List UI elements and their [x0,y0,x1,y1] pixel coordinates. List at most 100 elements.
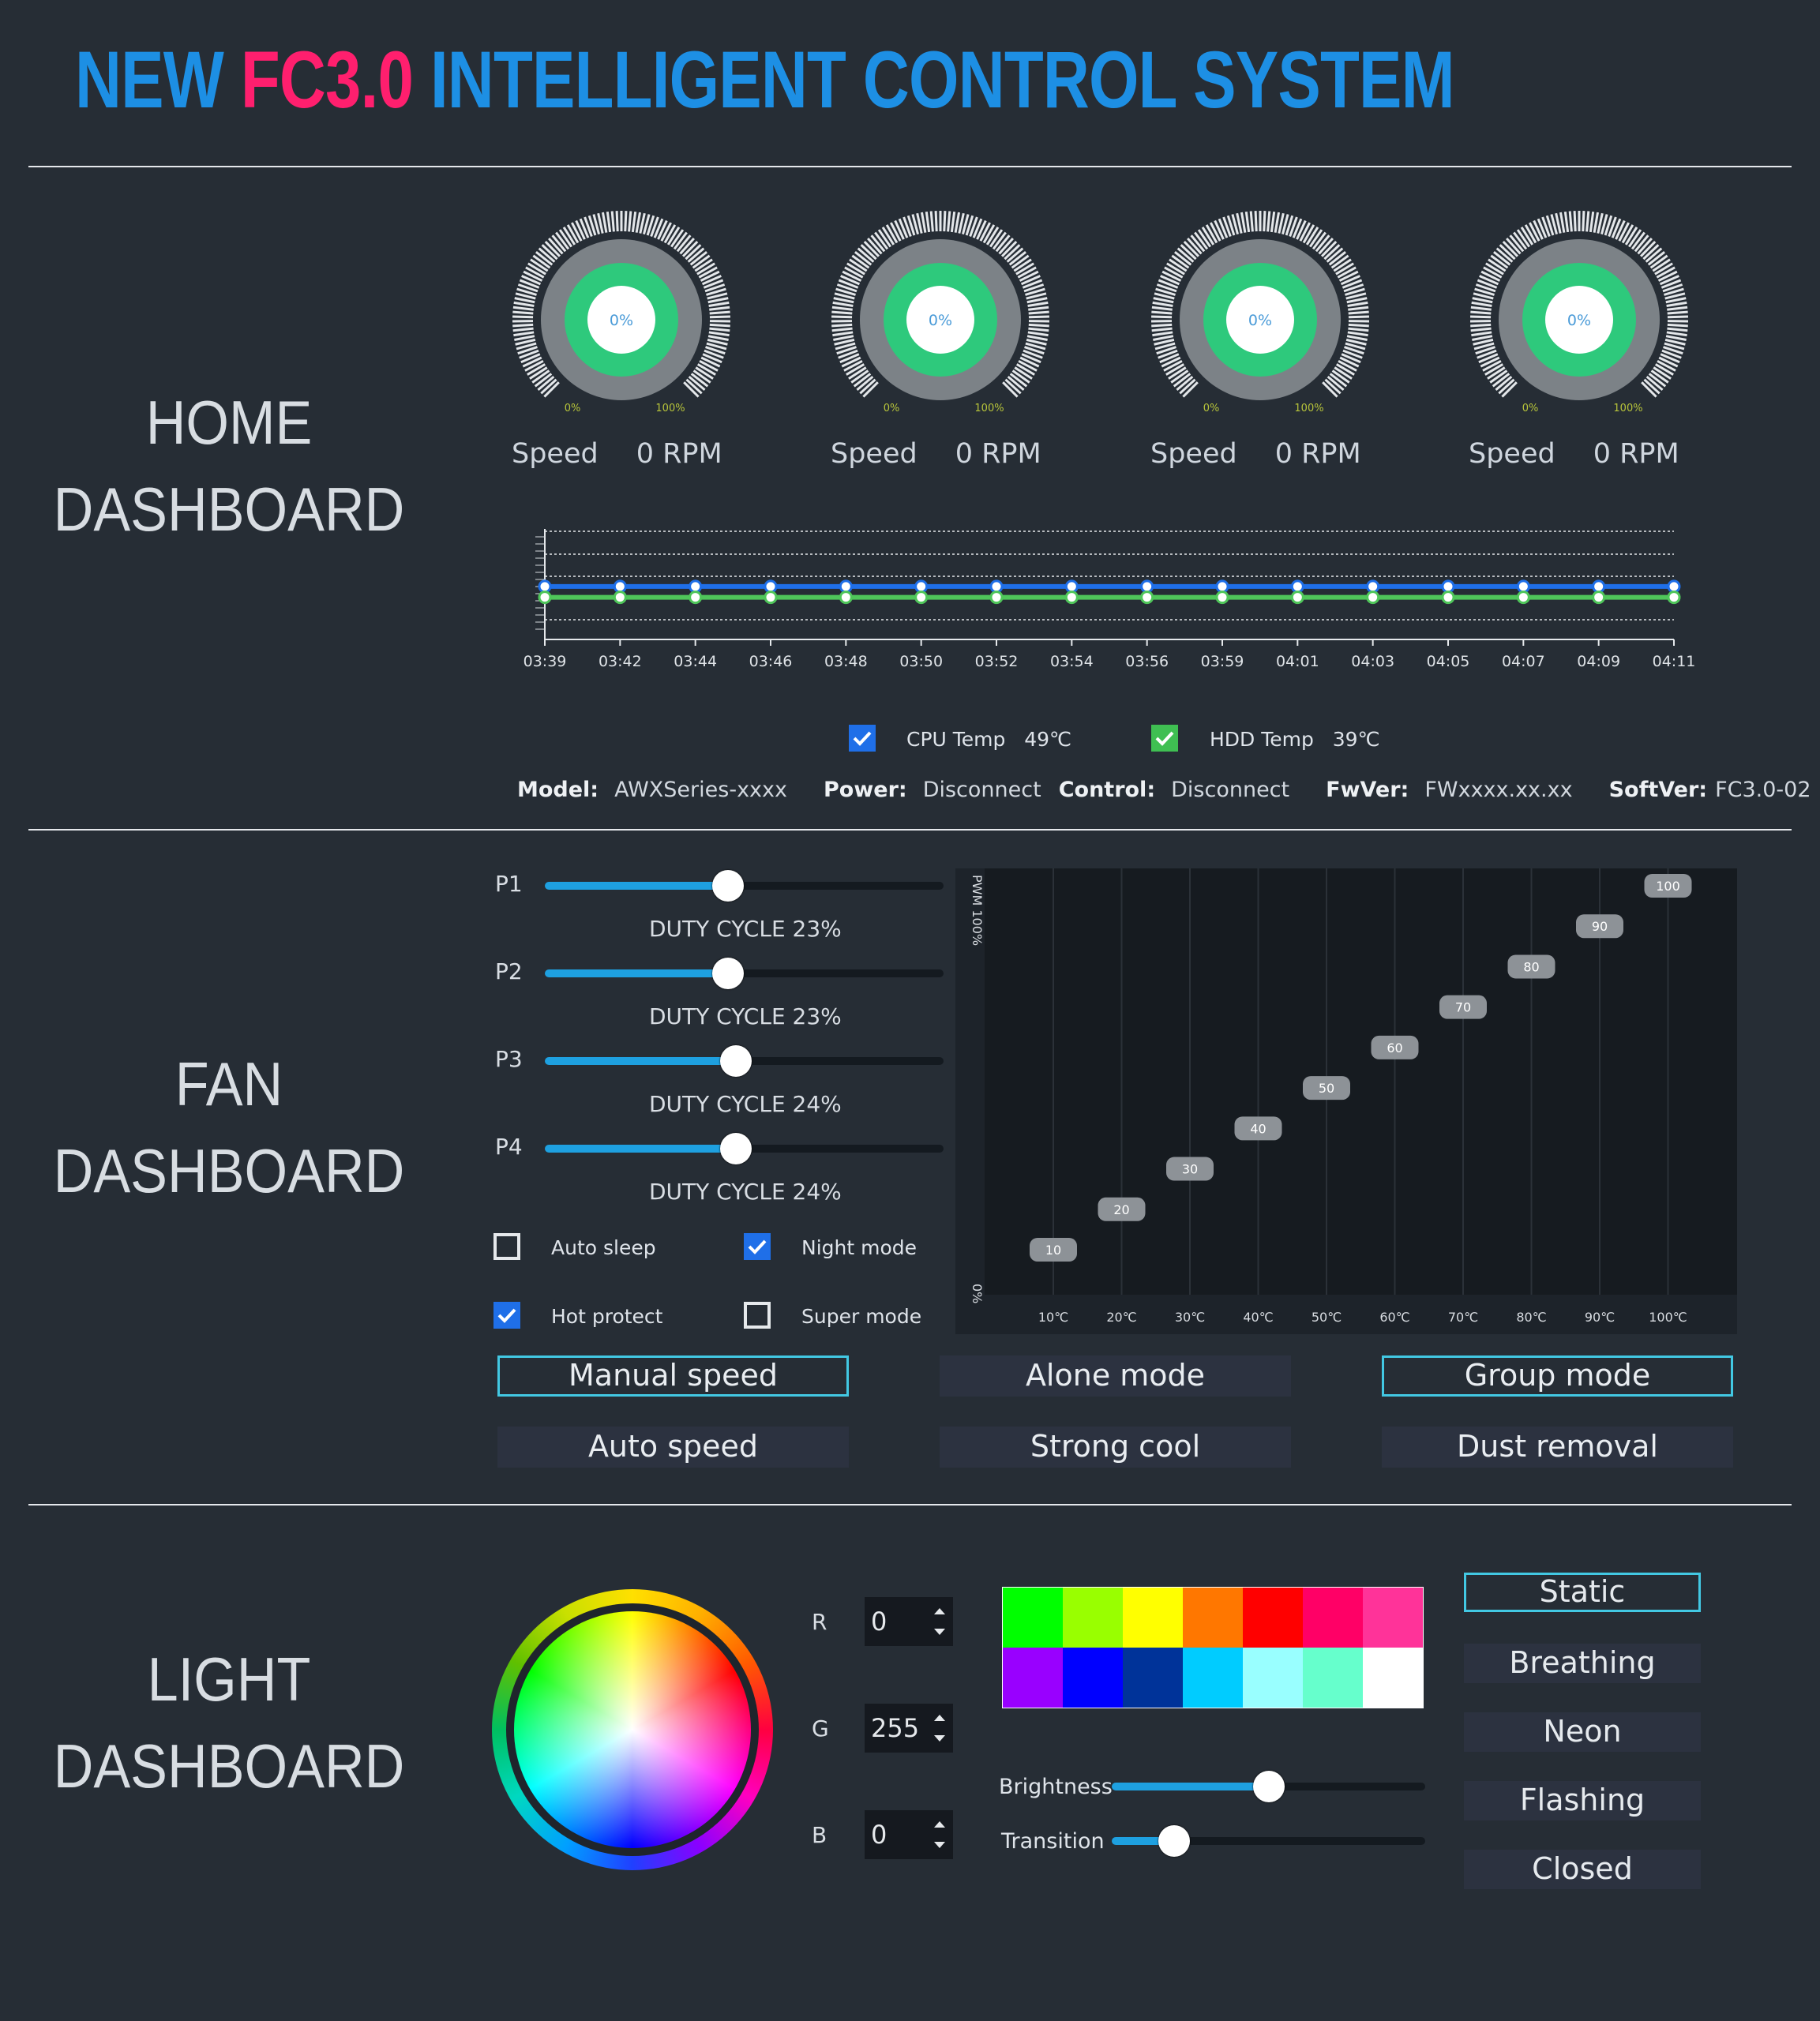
gauge-tick [635,212,642,233]
gauge-tick [709,327,730,332]
slider-fill [545,969,729,977]
auto-sleep-checkbox[interactable] [493,1233,520,1260]
color-swatch[interactable] [1303,1588,1363,1648]
gauge-center-value: 0% [610,312,633,329]
fan-speed-slider[interactable] [545,870,944,902]
gauge-tick [1348,323,1369,328]
data-point [764,579,778,594]
alone-mode-button[interactable]: Alone mode [940,1355,1291,1397]
color-swatch[interactable] [1183,1588,1243,1648]
data-point [1667,579,1681,594]
title-accent: FC3.0 [240,35,414,125]
color-swatch[interactable] [1003,1588,1063,1648]
section-label-home: HOME DASHBOARD [53,388,405,544]
color-swatch[interactable] [1363,1588,1423,1648]
spin-arrows-icon[interactable] [931,1817,948,1853]
color-swatch[interactable] [1123,1648,1183,1708]
color-swatch[interactable] [1363,1648,1423,1708]
slider-fill [545,1057,737,1065]
gauge-tick [709,310,730,315]
gauge-tick [1593,212,1600,233]
auto-speed-button[interactable]: Auto speed [497,1427,849,1468]
super-mode-checkbox[interactable] [744,1302,771,1329]
slider-knob[interactable] [712,870,745,902]
x-tick-label: 03:39 [523,653,567,670]
gauge-tick [1266,211,1271,232]
red-value-input[interactable]: 0 [865,1597,953,1646]
gauge-tick [1270,211,1276,233]
color-swatch[interactable] [1183,1648,1243,1708]
spin-arrows-icon[interactable] [931,1710,948,1746]
gauge-tick [1666,331,1687,337]
section-label-fan: FAN DASHBOARD [53,1049,405,1205]
data-point [1064,591,1079,605]
data-point [1592,591,1606,605]
blue-value-input[interactable]: 0 [865,1810,953,1859]
color-swatch[interactable] [1123,1588,1183,1648]
data-point [1366,591,1380,605]
strong-cool-button[interactable]: Strong cool [940,1427,1291,1468]
gauge-tick [1589,211,1595,233]
manual-speed-button[interactable]: Manual speed [497,1355,849,1397]
data-point [538,591,552,605]
slider-knob[interactable] [720,1045,752,1077]
gauge-tick [1470,327,1492,332]
gauge-tick [1274,212,1281,233]
slider-knob[interactable] [720,1133,752,1164]
hot-protect-checkbox[interactable] [493,1302,520,1329]
curve-point-label: 40 [1250,1121,1266,1136]
fan-speed-slider[interactable] [545,1133,944,1164]
gauge-tick [1244,211,1251,233]
duty-cycle-readout: DUTY CYCLE 24% [649,1091,842,1117]
fan-speed-readout: Speed 0 RPM [1150,438,1361,470]
color-swatch[interactable] [1063,1648,1123,1708]
slider-fill [545,882,729,890]
color-picker-wheel[interactable] [514,1611,751,1848]
night-mode-checkbox[interactable] [744,1233,771,1260]
gauge-tick [512,306,534,311]
brightness-label: Brightness [999,1775,1113,1799]
cpu-temp-checkbox[interactable] [849,725,876,752]
page-title: NEW FC3.0 INTELLIGENT CONTROL SYSTEM [75,35,1455,125]
x-tick-label: 80℃ [1516,1310,1546,1325]
curve-point-label: 20 [1113,1202,1129,1217]
breathing-button[interactable]: Breathing [1464,1644,1701,1683]
gauge-tick [1559,212,1566,233]
night-mode-label: Night mode [801,1236,918,1259]
color-swatch[interactable] [1243,1648,1303,1708]
fan-speed-slider[interactable] [545,958,944,989]
slider-knob[interactable] [712,958,745,989]
dust-removal-button[interactable]: Dust removal [1382,1427,1733,1468]
color-swatch[interactable] [1303,1648,1363,1708]
fan-label: P4 [495,1134,523,1160]
static-button[interactable]: Static [1464,1573,1701,1612]
pwm-curve-chart[interactable]: 10℃ 20℃ 30℃ 40℃ 50℃ 60℃ 70℃ 80℃ 90℃ 100℃ PWM 100% 0… [955,868,1737,1334]
transition-slider[interactable] [1112,1825,1425,1857]
flashing-button[interactable]: Flashing [1464,1781,1701,1820]
gauge-max-label: 100% [1613,403,1642,414]
gauge-tick [1028,306,1049,311]
data-point [764,591,778,605]
x-tick-label: 40℃ [1243,1310,1273,1325]
closed-button[interactable]: Closed [1464,1850,1701,1889]
divider [28,829,1792,831]
green-value-input[interactable]: 255 [865,1704,953,1753]
color-swatch[interactable] [1003,1648,1063,1708]
transition-knob[interactable] [1158,1825,1191,1857]
color-swatch[interactable] [1243,1588,1303,1648]
fan-speed-gauge: 0% 0% 100% [512,211,731,414]
fan-speed-gauge: 0% 0% 100% [1469,211,1689,414]
hdd-temp-checkbox[interactable] [1151,725,1178,752]
data-point [1667,591,1681,605]
gauge-tick [601,212,608,233]
x-tick-label: 30℃ [1175,1310,1205,1325]
gauge-tick [831,327,853,332]
fan-speed-slider[interactable] [545,1045,944,1077]
group-mode-button[interactable]: Group mode [1382,1355,1733,1397]
spin-arrows-icon[interactable] [931,1603,948,1640]
brightness-slider[interactable] [1112,1771,1425,1802]
data-point [839,591,853,605]
brightness-knob[interactable] [1252,1771,1285,1802]
color-swatch[interactable] [1063,1588,1123,1648]
neon-button[interactable]: Neon [1464,1712,1701,1752]
